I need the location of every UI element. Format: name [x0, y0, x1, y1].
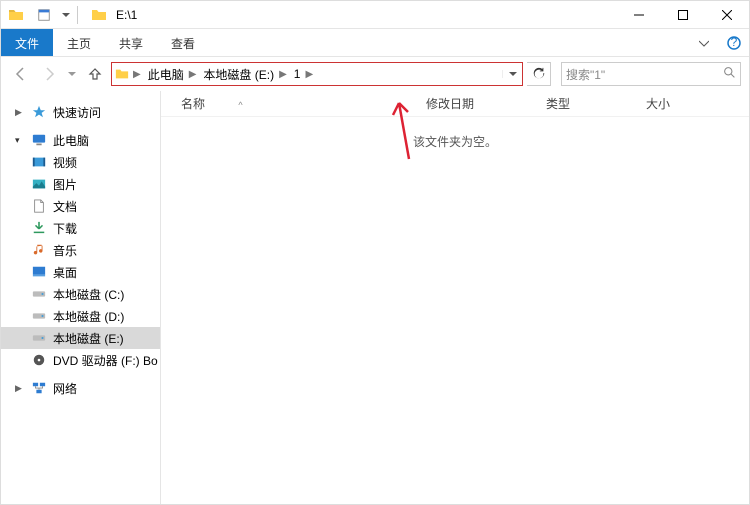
- tab-view[interactable]: 查看: [157, 29, 209, 56]
- crumb-sep-icon[interactable]: ▶: [132, 69, 144, 80]
- tree-label: 快速访问: [53, 104, 101, 121]
- tree-network[interactable]: ▶ 网络: [1, 377, 160, 399]
- column-headers: 名称 ^ 修改日期 类型 大小: [161, 91, 749, 117]
- tab-share[interactable]: 共享: [105, 29, 157, 56]
- picture-icon: [31, 176, 47, 192]
- dvd-icon: [31, 352, 47, 368]
- tree-quick-access[interactable]: ▶ 快速访问: [1, 101, 160, 123]
- help-button[interactable]: ?: [719, 29, 749, 56]
- tree-label: 图片: [53, 176, 77, 193]
- crumb-sep-icon[interactable]: ▶: [278, 69, 290, 80]
- qat-properties-icon[interactable]: [35, 6, 53, 24]
- chevron-right-icon: ▶: [15, 383, 25, 394]
- tree-documents[interactable]: 文档: [1, 195, 160, 217]
- tree-drive-e[interactable]: 本地磁盘 (E:): [1, 327, 160, 349]
- maximize-button[interactable]: [661, 1, 705, 29]
- col-size[interactable]: 大小: [646, 95, 726, 112]
- chevron-right-icon: ▶: [15, 107, 25, 118]
- drive-icon: [31, 308, 47, 324]
- ribbon-expand-button[interactable]: [689, 29, 719, 56]
- tree-label: 网络: [53, 380, 77, 397]
- nav-back-button[interactable]: [9, 62, 33, 86]
- tree-label: 此电脑: [53, 132, 89, 149]
- tree-label: 视频: [53, 154, 77, 171]
- tree-label: DVD 驱动器 (F:) Bo: [53, 352, 158, 369]
- tab-home[interactable]: 主页: [53, 29, 105, 56]
- document-icon: [31, 198, 47, 214]
- tree-drive-c[interactable]: 本地磁盘 (C:): [1, 283, 160, 305]
- crumb-thispc[interactable]: 此电脑: [144, 66, 188, 83]
- current-folder-icon: [90, 6, 108, 24]
- minimize-button[interactable]: [617, 1, 661, 29]
- file-list-area: 名称 ^ 修改日期 类型 大小 该文件夹为空。: [161, 91, 749, 504]
- main-area: ▶ 快速访问 ▾ 此电脑 视频 图片 文档 下载 音乐: [1, 91, 749, 504]
- chevron-down-icon: ▾: [15, 135, 25, 146]
- tree-videos[interactable]: 视频: [1, 151, 160, 173]
- drive-icon: [31, 286, 47, 302]
- tree-desktop[interactable]: 桌面: [1, 261, 160, 283]
- video-icon: [31, 154, 47, 170]
- tree-music[interactable]: 音乐: [1, 239, 160, 261]
- app-folder-icon: [7, 6, 25, 24]
- star-icon: [31, 104, 47, 120]
- close-button[interactable]: [705, 1, 749, 29]
- empty-folder-message: 该文件夹为空。: [161, 133, 749, 150]
- crumb-drive[interactable]: 本地磁盘 (E:): [199, 66, 278, 83]
- address-bar[interactable]: ▶ 此电脑 ▶ 本地磁盘 (E:) ▶ 1 ▶: [111, 62, 523, 86]
- refresh-button[interactable]: [527, 62, 551, 86]
- crumb-folder[interactable]: 1: [290, 67, 305, 81]
- col-name[interactable]: 名称 ^: [181, 95, 426, 112]
- tree-label: 文档: [53, 198, 77, 215]
- tree-label: 音乐: [53, 242, 77, 259]
- nav-tree: ▶ 快速访问 ▾ 此电脑 视频 图片 文档 下载 音乐: [1, 91, 161, 504]
- nav-up-button[interactable]: [83, 62, 107, 86]
- desktop-icon: [31, 264, 47, 280]
- tree-downloads[interactable]: 下载: [1, 217, 160, 239]
- tree-pictures[interactable]: 图片: [1, 173, 160, 195]
- address-folder-icon: [112, 67, 132, 81]
- tab-file[interactable]: 文件: [1, 29, 53, 56]
- nav-forward-button[interactable]: [37, 62, 61, 86]
- ribbon-tabs: 文件 主页 共享 查看 ?: [1, 29, 749, 57]
- network-icon: [31, 380, 47, 396]
- col-type[interactable]: 类型: [546, 95, 646, 112]
- address-history-dropdown[interactable]: [502, 70, 522, 78]
- sort-indicator-icon: ^: [238, 100, 242, 110]
- svg-text:?: ?: [731, 36, 738, 49]
- tree-label: 本地磁盘 (E:): [53, 330, 124, 347]
- tree-this-pc[interactable]: ▾ 此电脑: [1, 129, 160, 151]
- quick-access-toolbar: [29, 6, 71, 24]
- search-box[interactable]: 搜索"1": [561, 62, 741, 86]
- crumb-sep-icon[interactable]: ▶: [304, 69, 316, 80]
- tree-label: 本地磁盘 (C:): [53, 286, 124, 303]
- nav-recent-dropdown[interactable]: [65, 62, 79, 86]
- music-icon: [31, 242, 47, 258]
- titlebar: E:\1: [1, 1, 749, 29]
- drive-icon: [31, 330, 47, 346]
- crumb-sep-icon[interactable]: ▶: [188, 69, 200, 80]
- breadcrumb: 此电脑 ▶ 本地磁盘 (E:) ▶ 1 ▶: [144, 63, 316, 85]
- monitor-icon: [31, 132, 47, 148]
- tree-label: 桌面: [53, 264, 77, 281]
- tree-drive-d[interactable]: 本地磁盘 (D:): [1, 305, 160, 327]
- download-icon: [31, 220, 47, 236]
- navbar: ▶ 此电脑 ▶ 本地磁盘 (E:) ▶ 1 ▶ 搜索"1": [1, 57, 749, 91]
- titlebar-divider: [77, 6, 78, 24]
- tree-dvd[interactable]: DVD 驱动器 (F:) Bo: [1, 349, 160, 371]
- window-title: E:\1: [116, 8, 137, 22]
- search-icon[interactable]: [723, 66, 736, 82]
- qat-dropdown-icon[interactable]: [61, 6, 71, 24]
- tree-label: 下载: [53, 220, 77, 237]
- tree-label: 本地磁盘 (D:): [53, 308, 124, 325]
- search-placeholder: 搜索"1": [566, 66, 723, 83]
- col-date[interactable]: 修改日期: [426, 95, 546, 112]
